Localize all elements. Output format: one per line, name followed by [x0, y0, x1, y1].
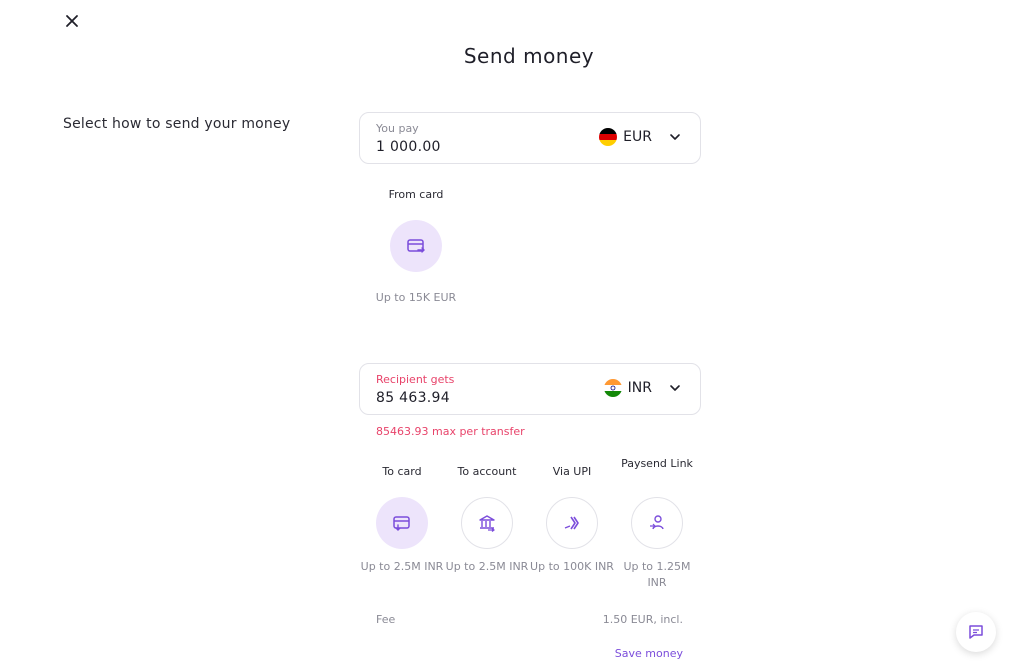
upi-icon — [564, 516, 579, 530]
recipient-gets-label: Recipient gets — [376, 373, 455, 386]
paysend-link-option[interactable]: Paysend Link Up to 1.25M INR — [614, 456, 700, 589]
from-card-option[interactable]: From card Up to 15K EUR — [373, 187, 459, 304]
close-button[interactable] — [63, 12, 81, 30]
chevron-down-icon — [670, 385, 680, 391]
to-card-option[interactable]: To card Up to 2.5M INR — [359, 464, 445, 573]
save-money-link[interactable]: Save money — [615, 647, 683, 660]
card-out-icon — [407, 239, 425, 253]
max-per-transfer-note: 85463.93 max per transfer — [376, 425, 525, 438]
recipient-currency-code: INR — [627, 380, 652, 396]
paysend-link-button[interactable] — [631, 497, 683, 549]
to-account-button[interactable] — [461, 497, 513, 549]
chat-button[interactable] — [956, 612, 996, 652]
link-person-icon — [650, 515, 664, 530]
india-flag-icon — [603, 379, 622, 397]
you-pay-currency-select[interactable]: EUR — [599, 128, 682, 146]
via-upi-title: Via UPI — [552, 465, 592, 478]
page-title: Send money — [463, 44, 595, 68]
chat-icon — [969, 625, 983, 639]
section-subtitle: Select how to send your money — [63, 116, 291, 132]
via-upi-button[interactable] — [546, 497, 598, 549]
you-pay-amount[interactable]: 1 000.00 — [376, 139, 441, 155]
to-card-limit: Up to 2.5M INR — [360, 560, 444, 573]
germany-flag-icon — [599, 128, 618, 146]
from-card-button[interactable] — [390, 220, 442, 272]
chevron-down-icon — [670, 134, 680, 140]
you-pay-field[interactable]: You pay 1 000.00 EUR — [359, 112, 701, 164]
paysend-link-limit: Up to 1.25M INR — [623, 560, 691, 589]
to-account-limit: Up to 2.5M INR — [445, 560, 529, 573]
via-upi-limit: Up to 100K INR — [530, 560, 614, 573]
fee-label: Fee — [376, 613, 396, 626]
fee-value: 1.50 EUR, incl. — [602, 613, 683, 626]
to-card-button[interactable] — [376, 497, 428, 549]
to-account-title: To account — [457, 465, 517, 478]
recipient-gets-field[interactable]: Recipient gets 85 463.94 INR — [359, 363, 701, 415]
via-upi-option[interactable]: Via UPI Up to 100K INR — [529, 464, 615, 573]
paysend-link-title: Paysend Link — [621, 457, 693, 470]
close-icon — [66, 15, 78, 27]
to-account-option[interactable]: To account Up to 2.5M INR — [444, 464, 530, 573]
recipient-gets-amount[interactable]: 85 463.94 — [376, 390, 450, 406]
card-in-icon — [393, 516, 410, 531]
you-pay-currency-code: EUR — [623, 129, 652, 145]
bank-icon — [479, 515, 495, 532]
from-card-limit: Up to 15K EUR — [375, 291, 457, 304]
recipient-currency-select[interactable]: INR — [603, 379, 682, 397]
to-card-title: To card — [382, 465, 422, 478]
from-card-title: From card — [388, 188, 444, 201]
you-pay-label: You pay — [376, 122, 419, 135]
